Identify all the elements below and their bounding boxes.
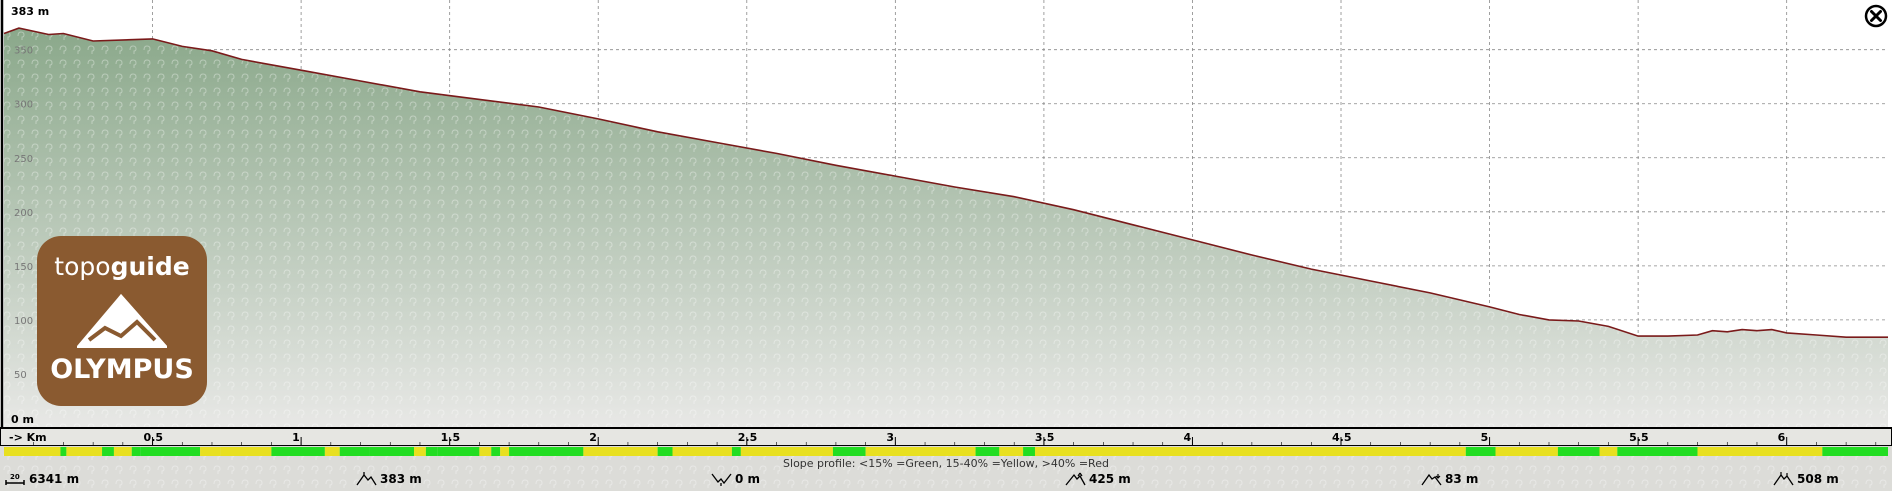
slope-segment [271,447,325,456]
slope-segment [1023,447,1035,456]
slope-segment [731,447,741,456]
min-elevation-value: 0 m [735,472,761,486]
x-tick-label: 4 [1183,431,1191,444]
total-elevation-icon [1773,472,1794,486]
elevation-profile-chart: 50 100 150 200 250 300 350 -> Km 0.5 1 1.5 2 2.5 3 3.… [0,0,1892,491]
slope-segment [500,447,510,456]
stat-ascent: 425 m [1064,472,1131,486]
x-tick-label: 5.5 [1629,431,1649,444]
slope-segment [131,447,141,456]
descent-value: 83 m [1445,472,1479,486]
topoguide-logo: topoguide OLYMPUS [37,236,207,406]
mountain-icon [77,294,167,348]
y-max-label: 383 m [11,5,50,18]
y-tick-label: 200 [14,208,33,219]
slope-segment [1822,447,1888,456]
slope-segment [437,447,480,456]
descent-icon [1421,473,1442,486]
ascent-icon [1065,472,1086,486]
slope-segment [999,447,1024,456]
stat-total: 508 m [1772,472,1839,486]
slope-segment [1495,447,1558,456]
distance-value: 6341 m [29,472,80,486]
slope-segment [60,447,67,456]
slope-segment [832,447,866,456]
slope-segment [339,447,370,456]
slope-segment [657,447,673,456]
terrain-texture [4,28,1888,428]
slope-segment [220,447,272,456]
valley-icon [711,473,732,486]
slope-segment [865,447,976,456]
stats-bar: 20 6341 m 383 m 0 m 425 m 83 m 508 m [0,469,1892,491]
slope-segment [491,447,501,456]
slope-segment [583,447,658,456]
x-tick-label: 3 [886,431,894,444]
slope-segment [140,447,201,456]
slope-segment [4,447,61,456]
slope-segment [1697,447,1823,456]
stat-min-elevation: 0 m [710,472,760,486]
slope-segment [324,447,340,456]
close-button[interactable] [1864,4,1888,28]
ascent-value: 425 m [1089,472,1131,486]
y-tick-label: 100 [14,316,33,327]
x-tick-label: 4.5 [1332,431,1352,444]
slope-segment [1599,447,1618,456]
slope-segment [200,447,221,456]
slope-segment [479,447,492,456]
total-value: 508 m [1797,472,1839,486]
peak-icon [356,472,377,486]
x-tick-label: 5 [1481,431,1489,444]
x-tick-label: 1 [292,431,300,444]
x-axis-title: -> Km [9,431,47,444]
slope-segment [113,447,132,456]
x-axis: -> Km 0.5 1 1.5 2 2.5 3 3.5 4 4.5 5 5.5 6 [0,427,1892,447]
y-tick-label: 300 [14,100,33,111]
y-tick-label: 350 [14,46,33,57]
y-tick-label: 250 [14,154,33,165]
slope-segment [425,447,438,456]
distance-icon: 20 [5,473,25,485]
stat-distance: 20 6341 m [4,472,79,486]
x-tick-label: 3.5 [1035,431,1055,444]
slope-segment [740,447,833,456]
x-tick-label: 2 [589,431,597,444]
max-elevation-value: 383 m [380,472,422,486]
slope-segment [1465,447,1496,456]
y-tick-label: 50 [14,370,27,381]
svg-text:20: 20 [10,473,20,481]
close-circle-icon[interactable] [1864,4,1888,28]
stat-max-elevation: 383 m [355,472,422,486]
slope-segment [509,447,584,456]
slope-segment [1557,447,1600,456]
logo-region: OLYMPUS [50,354,194,385]
slope-segment [975,447,1000,456]
slope-segment [66,447,103,456]
y-tick-label: 150 [14,262,33,273]
slope-segment [1617,447,1698,456]
x-tick-label: 0.5 [144,431,164,444]
logo-wordmark: topoguide [54,252,190,281]
y-min-label: 0 m [11,413,34,426]
slope-segment [414,447,426,456]
x-tick-label: 1.5 [441,431,461,444]
x-tick-label: 2.5 [738,431,758,444]
slope-segment [369,447,415,456]
slope-segment [1034,447,1466,456]
x-tick-label: 6 [1778,431,1786,444]
slope-segment [102,447,114,456]
stat-descent: 83 m [1420,472,1478,486]
slope-segment [672,447,732,456]
